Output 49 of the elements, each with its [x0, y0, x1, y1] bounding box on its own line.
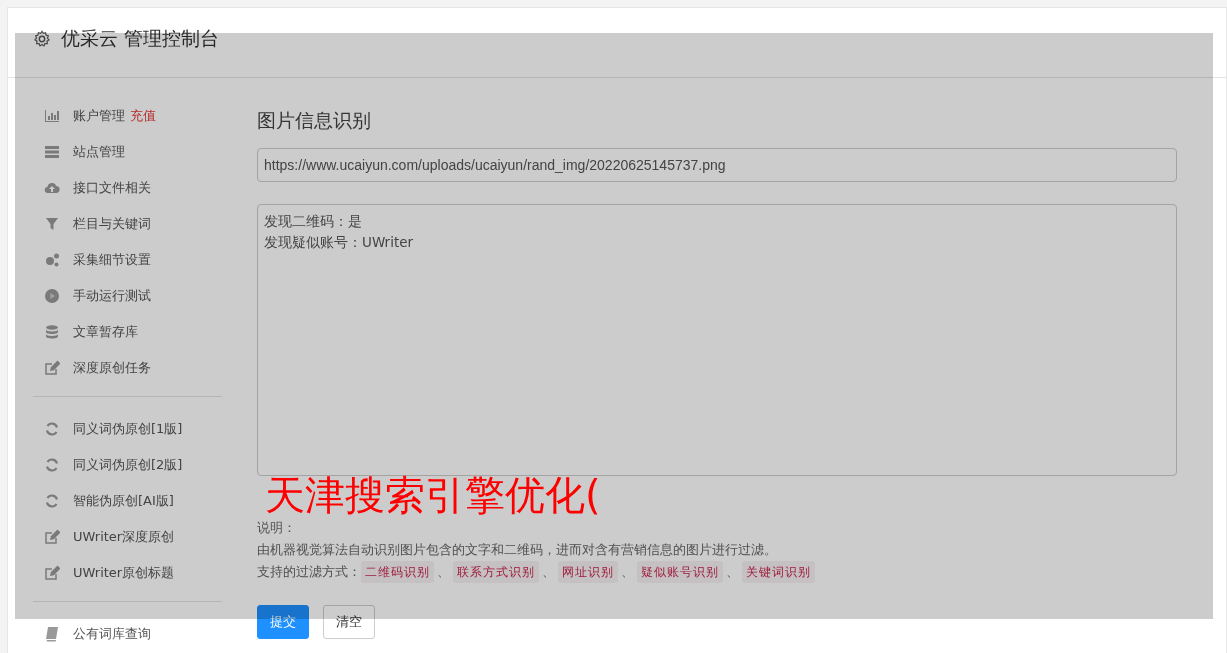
- section-title: 图片信息识别: [257, 108, 372, 133]
- sidebar-item[interactable]: 文章暂存库: [33, 314, 222, 350]
- separator: 、: [437, 563, 450, 581]
- refresh-icon: [44, 457, 60, 473]
- sidebar-item[interactable]: 账户管理 充值: [33, 98, 222, 134]
- edit-icon: [44, 565, 60, 581]
- refresh-icon: [44, 493, 60, 509]
- filter-tag: 网址识别: [558, 561, 618, 583]
- play-icon: [44, 288, 60, 304]
- sidebar-item[interactable]: 站点管理: [33, 134, 222, 170]
- note-label: 说明：: [257, 519, 297, 537]
- result-line: 发现二维码：是: [264, 212, 363, 231]
- separator: 、: [621, 563, 634, 581]
- refresh-icon: [44, 421, 60, 437]
- filter-tag: 关键词识别: [742, 561, 815, 583]
- chart-icon: [44, 108, 60, 124]
- sidebar-item[interactable]: 手动运行测试: [33, 278, 222, 314]
- sidebar-item[interactable]: 接口文件相关: [33, 170, 222, 206]
- filter-tag: 疑似账号识别: [637, 561, 723, 583]
- sidebar-item[interactable]: 同义词伪原创[2版]: [33, 447, 222, 483]
- cloud-icon: [44, 180, 60, 196]
- console-title: 优采云 管理控制台: [61, 25, 220, 51]
- settings-icon: [33, 29, 51, 48]
- sidebar-item[interactable]: 采集细节设置: [33, 242, 222, 278]
- sidebar-item[interactable]: 智能伪原创[AI版]: [33, 483, 222, 519]
- separator: 、: [542, 563, 555, 581]
- result-line: 发现疑似账号：UWriter: [264, 233, 415, 252]
- filter-tag: 联系方式识别: [453, 561, 539, 583]
- filter-tag: 二维码识别: [361, 561, 434, 583]
- database-icon: [44, 324, 60, 340]
- recharge-link[interactable]: 充值: [130, 107, 156, 125]
- overlay-text: 天津搜索引擎优化(: [265, 477, 601, 513]
- description-text: 由机器视觉算法自动识别图片包含的文字和二维码，进而对含有营销信息的图片进行过滤。: [257, 541, 778, 559]
- filter-icon: [44, 216, 60, 232]
- result-box[interactable]: 发现二维码：是 发现疑似账号：UWriter: [257, 204, 1177, 476]
- book-icon: [44, 626, 60, 642]
- sidebar-item[interactable]: 公有词库查询: [33, 616, 222, 652]
- server-icon: [44, 144, 60, 160]
- url-field[interactable]: https://www.ucaiyun.com/uploads/ucaiyun/rand_img/20220625145737.png: [257, 148, 1177, 182]
- sidebar-item[interactable]: UWriter深度原创: [33, 519, 222, 555]
- sidebar-item[interactable]: 深度原创任务: [33, 350, 222, 386]
- separator: 、: [726, 563, 739, 581]
- edit-icon: [44, 529, 60, 545]
- sidebar-item[interactable]: UWriter原创标题: [33, 555, 222, 591]
- filter-label: 支持的过滤方式：: [257, 563, 361, 581]
- clear-button[interactable]: 清空: [323, 605, 375, 639]
- sidebar-item[interactable]: 同义词伪原创[1版]: [33, 411, 222, 447]
- edit-icon: [44, 360, 60, 376]
- sidebar-item[interactable]: 栏目与关键词: [33, 206, 222, 242]
